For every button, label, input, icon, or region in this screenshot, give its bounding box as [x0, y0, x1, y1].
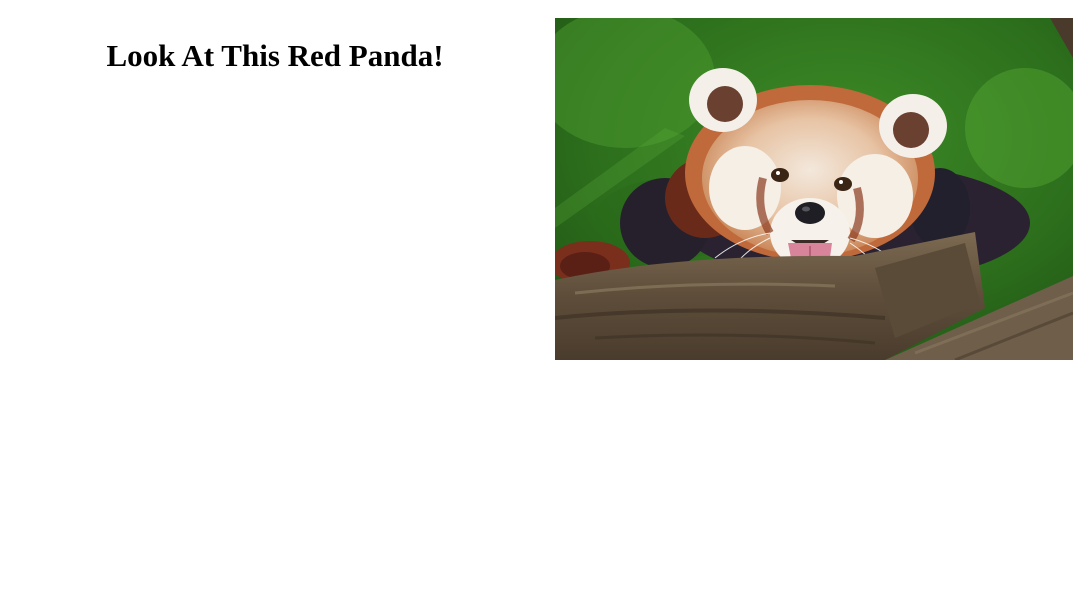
page: Look At This Red Panda! — [0, 0, 1090, 590]
red-panda-photo — [555, 18, 1073, 360]
page-title: Look At This Red Panda! — [106, 38, 444, 73]
